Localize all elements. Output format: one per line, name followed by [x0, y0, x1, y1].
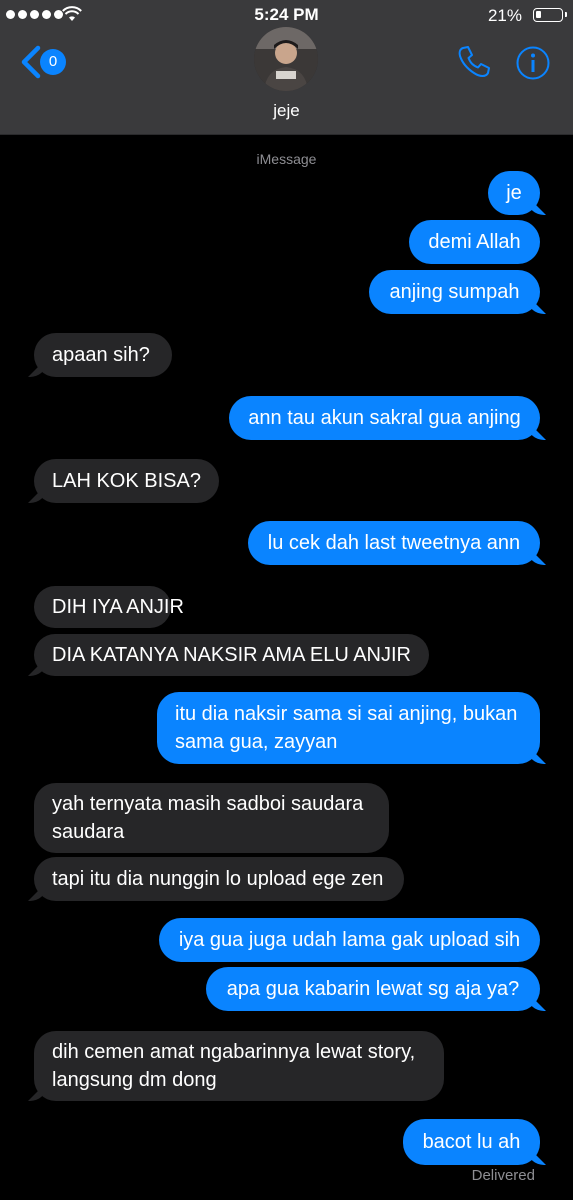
message-bubble-incoming[interactable]: tapi itu dia nunggin lo upload ege zen: [34, 857, 404, 901]
service-label: iMessage: [256, 151, 317, 167]
message-bubble-outgoing[interactable]: bacot lu ah: [403, 1119, 540, 1165]
message-bubble-incoming[interactable]: DIH IYA ANJIR: [34, 586, 184, 628]
message-bubble-incoming[interactable]: dih cemen amat ngabarinnya lewat story, …: [34, 1031, 444, 1101]
message-bubble-outgoing[interactable]: demi Allah: [409, 220, 540, 264]
message-bubble-outgoing[interactable]: lu cek dah last tweetnya ann: [248, 521, 540, 565]
message-bubble-incoming[interactable]: yah ternyata masih sadboi saudara saudar…: [34, 783, 389, 853]
message-bubble-outgoing[interactable]: anjing sumpah: [369, 270, 540, 314]
conversation-header: 5:24 PM 21% 0 jeje: [0, 0, 573, 135]
message-bubble-outgoing[interactable]: iya gua juga udah lama gak upload sih: [159, 918, 540, 962]
message-bubble-incoming[interactable]: apaan sih?: [34, 333, 172, 377]
phone-icon[interactable]: [456, 44, 492, 80]
message-bubble-incoming[interactable]: LAH KOK BISA?: [34, 459, 219, 503]
message-bubble-outgoing[interactable]: apa gua kabarin lewat sg aja ya?: [206, 967, 540, 1011]
unread-count-badge[interactable]: 0: [40, 49, 66, 75]
message-bubble-outgoing[interactable]: ann tau akun sakral gua anjing: [229, 396, 540, 440]
battery-percentage: 21%: [487, 6, 522, 25]
delivery-status: Delivered: [471, 1167, 535, 1184]
contact-name[interactable]: jeje: [0, 101, 573, 121]
contact-avatar[interactable]: [254, 27, 318, 91]
message-bubble-outgoing[interactable]: itu dia naksir sama si sai anjing, bukan…: [157, 692, 540, 764]
battery-icon: [533, 8, 567, 22]
message-bubble-incoming[interactable]: DIA KATANYA NAKSIR AMA ELU ANJIR: [34, 634, 429, 676]
info-icon[interactable]: [515, 45, 551, 81]
message-bubble-outgoing[interactable]: je: [488, 171, 540, 215]
